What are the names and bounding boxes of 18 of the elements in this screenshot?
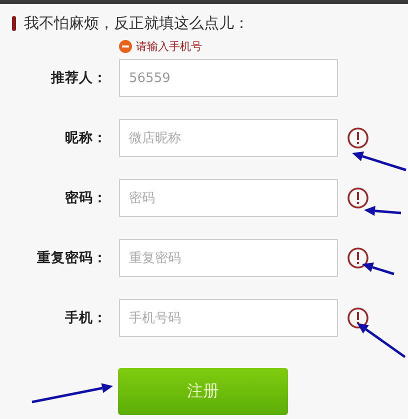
input-field[interactable]: 重复密码 bbox=[119, 239, 338, 277]
input-field[interactable]: 密码 bbox=[119, 179, 338, 217]
arrow bbox=[364, 206, 402, 216]
input-field[interactable]: 微店昵称 bbox=[119, 119, 338, 157]
field-label: 昵称： bbox=[64, 129, 107, 147]
form-heading: 我不怕麻烦，反正就填这么点儿： bbox=[24, 14, 249, 32]
arrow bbox=[352, 152, 406, 172]
input-field[interactable]: 56559 bbox=[119, 59, 338, 97]
input-field[interactable]: 手机号码 bbox=[119, 299, 338, 337]
field-label: 手机： bbox=[64, 309, 107, 327]
arrow bbox=[357, 323, 406, 358]
field-label: 推荐人： bbox=[50, 69, 107, 87]
field-label: 密码： bbox=[64, 189, 107, 207]
error-message: 请输入手机号 bbox=[136, 38, 202, 54]
register-button[interactable]: 注册 bbox=[118, 368, 288, 415]
error-icon bbox=[119, 40, 132, 52]
field-label: 重复密码： bbox=[36, 249, 107, 267]
arrow bbox=[362, 262, 394, 276]
